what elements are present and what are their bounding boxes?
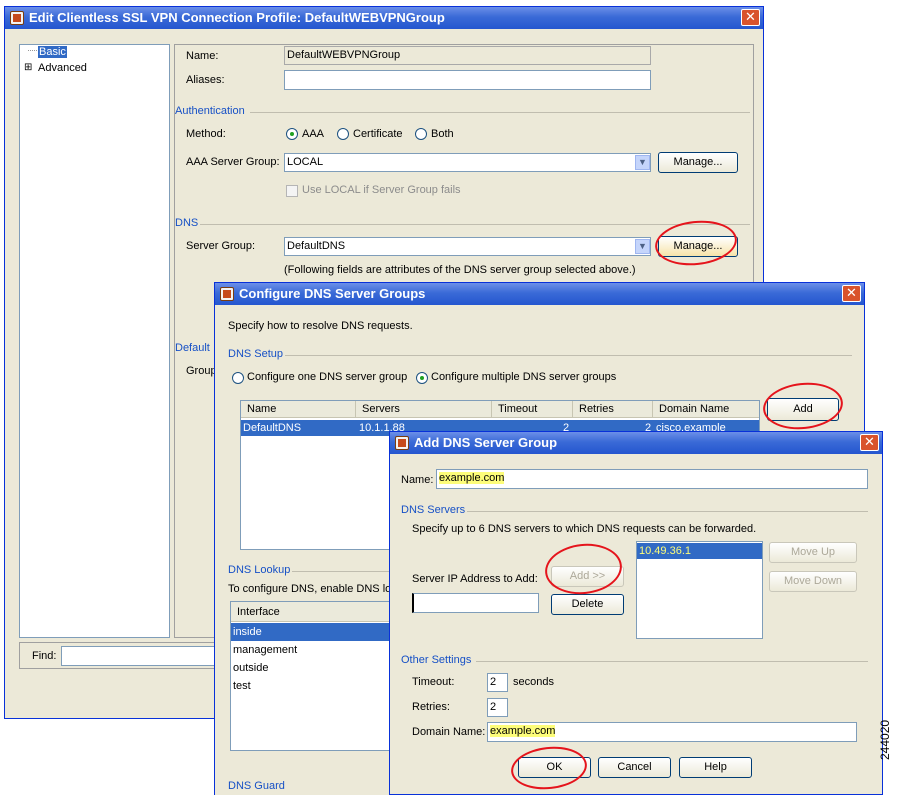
list-item[interactable]: 10.49.36.1	[637, 543, 762, 559]
move-up-button[interactable]: Move Up	[769, 542, 857, 563]
dns-groups-app-icon	[220, 287, 234, 301]
aaa-server-group-label: AAA Server Group:	[186, 156, 280, 168]
delete-server-button[interactable]: Delete	[551, 594, 624, 615]
col-timeout-header[interactable]: Timeout	[492, 401, 573, 418]
dns-servers-note: Specify up to 6 DNS servers to which DNS…	[412, 523, 757, 535]
col-name-header[interactable]: Name	[241, 401, 356, 418]
timeout-label: Timeout:	[412, 676, 455, 688]
navigation-tree: Basic ⊞ Advanced	[19, 44, 170, 638]
col-servers-header[interactable]: Servers	[356, 401, 492, 418]
seconds-label: seconds	[513, 676, 554, 688]
dns-groups-title-bar[interactable]: Configure DNS Server Groups	[215, 283, 864, 305]
other-settings-heading: Other Settings	[401, 654, 472, 666]
aaa-server-group-select[interactable]: LOCAL	[284, 153, 651, 172]
method-certificate-label: Certificate	[353, 128, 403, 140]
timeout-field[interactable]: 2	[487, 673, 508, 692]
main-window-title: Edit Clientless SSL VPN Connection Profi…	[29, 10, 445, 25]
aliases-field[interactable]	[284, 70, 651, 90]
use-local-label: Use LOCAL if Server Group fails	[302, 184, 461, 196]
aliases-label: Aliases:	[186, 74, 225, 86]
dns-attributes-note: (Following fields are attributes of the …	[284, 264, 636, 276]
name-label: Name:	[186, 50, 219, 62]
configure-one-label: Configure one DNS server group	[247, 371, 408, 383]
dns-guard-heading: DNS Guard	[228, 780, 285, 792]
method-certificate-radio[interactable]	[337, 128, 349, 140]
use-local-checkbox[interactable]	[286, 185, 298, 197]
add-dns-title-bar[interactable]: Add DNS Server Group	[390, 432, 882, 454]
aaa-manage-button[interactable]: Manage...	[658, 152, 738, 173]
add-dns-server-group-window: Add DNS Server Group ✕ Name: example.com…	[389, 431, 883, 795]
add-dns-app-icon	[395, 436, 409, 450]
server-ip-entry: 10.49.36.1	[639, 545, 691, 557]
configure-multiple-radio[interactable]	[416, 372, 428, 384]
dns-dropdown-chevron-icon[interactable]: ▼	[635, 239, 650, 254]
authentication-heading: Authentication	[175, 105, 245, 117]
tree-item-advanced[interactable]: Advanced	[38, 62, 87, 74]
table-row[interactable]: test	[231, 677, 389, 695]
main-close-icon[interactable]: ✕	[741, 9, 760, 26]
method-both-radio[interactable]	[415, 128, 427, 140]
method-aaa-label: AAA	[302, 128, 325, 140]
domain-name-field[interactable]: example.com	[487, 722, 857, 742]
help-button[interactable]: Help	[679, 757, 752, 778]
dns-lookup-heading: DNS Lookup	[228, 564, 291, 576]
default-heading-partial: Default	[175, 342, 210, 354]
group-name-field[interactable]: example.com	[436, 469, 868, 489]
dns-groups-title: Configure DNS Server Groups	[239, 286, 426, 301]
add-dns-close-icon[interactable]: ✕	[860, 434, 879, 451]
cancel-button[interactable]: Cancel	[598, 757, 671, 778]
name-field[interactable]: DefaultWEBVPNGroup	[284, 46, 651, 65]
dns-setup-heading: DNS Setup	[228, 348, 284, 360]
dns-groups-intro: Specify how to resolve DNS requests.	[228, 320, 413, 332]
configure-one-radio[interactable]	[232, 372, 244, 384]
tree-expand-icon[interactable]: ⊞	[24, 62, 32, 73]
retries-field[interactable]: 2	[487, 698, 508, 717]
server-ip-field[interactable]	[412, 593, 539, 613]
tree-item-basic[interactable]: Basic	[38, 46, 67, 58]
col-domain-header[interactable]: Domain Name	[653, 401, 759, 418]
move-down-button[interactable]: Move Down	[769, 571, 857, 592]
method-aaa-radio[interactable]	[286, 128, 298, 140]
group-name-label: Name:	[401, 474, 434, 486]
group-name-value: example.com	[439, 472, 505, 484]
dns-servers-heading: DNS Servers	[401, 504, 466, 516]
interface-table: Interface inside management outside test	[230, 601, 390, 751]
domain-name-label: Domain Name:	[412, 726, 486, 738]
group-label-partial: Group	[186, 365, 217, 377]
table-row[interactable]: management	[231, 641, 389, 659]
server-ip-label: Server IP Address to Add:	[412, 573, 538, 585]
find-bar-frame	[19, 642, 219, 669]
configure-multiple-label: Configure multiple DNS server groups	[431, 371, 617, 383]
method-label: Method:	[186, 128, 226, 140]
row-name: DefaultDNS	[243, 422, 302, 434]
dns-server-group-label: Server Group:	[186, 240, 256, 252]
add-dns-title: Add DNS Server Group	[414, 435, 558, 450]
retries-label: Retries:	[412, 701, 450, 713]
main-title-bar[interactable]: Edit Clientless SSL VPN Connection Profi…	[5, 7, 763, 29]
dns-server-group-select[interactable]: DefaultDNS	[284, 237, 651, 256]
domain-name-value: example.com	[490, 725, 556, 737]
asdm-app-icon	[10, 11, 24, 25]
interface-header[interactable]: Interface	[231, 602, 389, 622]
aaa-dropdown-chevron-icon[interactable]: ▼	[635, 155, 650, 170]
dns-servers-list: 10.49.36.1	[636, 541, 763, 639]
table-row[interactable]: outside	[231, 659, 389, 677]
col-retries-header[interactable]: Retries	[573, 401, 653, 418]
figure-number: 244020	[878, 719, 892, 760]
dns-groups-close-icon[interactable]: ✕	[842, 285, 861, 302]
table-row[interactable]: inside	[231, 623, 389, 641]
dns-heading: DNS	[175, 217, 199, 229]
dns-lookup-note: To configure DNS, enable DNS loo	[228, 583, 398, 595]
method-both-label: Both	[431, 128, 454, 140]
